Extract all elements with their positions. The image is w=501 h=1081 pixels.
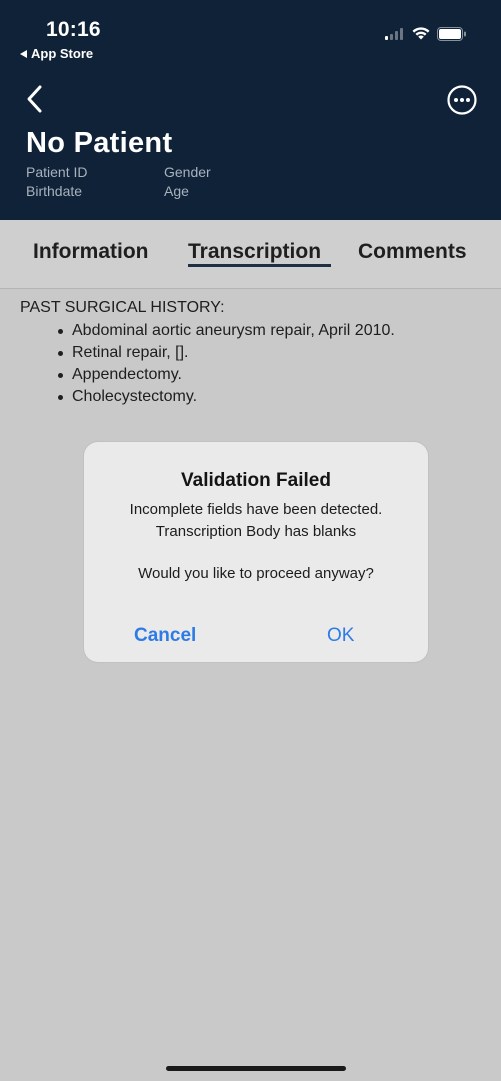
alert-message-line2: Transcription Body has blanks bbox=[155, 523, 357, 540]
list-item-text: Cholecystectomy. bbox=[72, 388, 198, 405]
list-item: Abdominal aortic aneurysm repair, April … bbox=[52, 320, 395, 342]
back-app-label: App Store bbox=[31, 46, 94, 61]
tab-bar: Information Transcription Comments bbox=[0, 220, 501, 289]
alert-title: Validation Failed bbox=[181, 470, 331, 491]
alert-message-line1: Incomplete fields have been detected. bbox=[129, 501, 383, 518]
bullet-icon bbox=[58, 395, 63, 400]
surgical-history-list: Abdominal aortic aneurysm repair, April … bbox=[52, 320, 395, 408]
more-options-icon[interactable] bbox=[446, 84, 478, 116]
list-item-text: Retinal repair, []. bbox=[72, 344, 189, 361]
patient-id-label: Patient ID bbox=[26, 164, 88, 180]
battery-icon bbox=[437, 26, 466, 41]
active-tab-indicator bbox=[188, 264, 331, 267]
patient-header: 10:16 App Store No Patient Patient ID Ge… bbox=[0, 0, 501, 220]
ok-button[interactable]: OK bbox=[327, 625, 354, 647]
home-indicator[interactable] bbox=[166, 1066, 346, 1071]
tab-comments[interactable]: Comments bbox=[358, 240, 467, 264]
gender-label: Gender bbox=[164, 164, 211, 180]
bullet-icon bbox=[58, 329, 63, 334]
signal-icon bbox=[385, 27, 403, 40]
tab-information[interactable]: Information bbox=[33, 240, 149, 264]
transcription-body: PAST SURGICAL HISTORY: Abdominal aortic … bbox=[0, 289, 501, 1081]
list-item: Cholecystectomy. bbox=[52, 386, 395, 408]
chevron-left-icon[interactable] bbox=[24, 84, 46, 114]
screen: 10:16 App Store No Patient Patient ID Ge… bbox=[0, 0, 501, 1081]
list-item-text: Appendectomy. bbox=[72, 366, 182, 383]
list-item-text: Abdominal aortic aneurysm repair, April … bbox=[72, 322, 395, 339]
birthdate-label: Birthdate bbox=[26, 183, 83, 199]
age-label: Age bbox=[164, 183, 189, 199]
bullet-icon bbox=[58, 351, 63, 356]
section-title: PAST SURGICAL HISTORY: bbox=[20, 299, 225, 316]
back-triangle-icon bbox=[20, 49, 27, 58]
patient-name: No Patient bbox=[26, 127, 173, 159]
bullet-icon bbox=[58, 373, 63, 378]
list-item: Retinal repair, []. bbox=[52, 342, 395, 364]
alert-question: Would you like to proceed anyway? bbox=[138, 565, 374, 582]
list-item: Appendectomy. bbox=[52, 364, 395, 386]
wifi-icon bbox=[412, 27, 430, 40]
status-icons bbox=[385, 26, 467, 41]
status-time: 10:16 bbox=[46, 18, 101, 41]
back-to-app-store[interactable]: App Store bbox=[20, 46, 93, 61]
validation-alert: Validation Failed Incomplete fields have… bbox=[84, 442, 428, 662]
tab-transcription[interactable]: Transcription bbox=[188, 240, 321, 264]
cancel-button[interactable]: Cancel bbox=[134, 625, 196, 647]
